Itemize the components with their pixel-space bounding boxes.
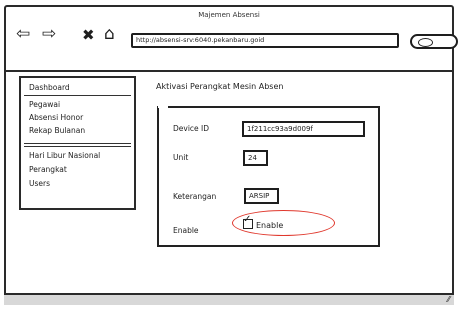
keterangan-input[interactable]: ARSIP — [244, 188, 279, 204]
sidebar-item-perangkat[interactable]: Perangkat — [29, 165, 67, 175]
sidebar-item-hari-libur-nasional[interactable]: Hari Libur Nasional — [29, 151, 100, 161]
window-title: Majemen Absensi — [198, 11, 260, 19]
sidebar-menu: Dashboard Pegawai Absensi Honor Rekap Bu… — [19, 76, 136, 210]
page-title: Aktivasi Perangkat Mesin Absen — [156, 82, 284, 91]
unit-label: Unit — [173, 153, 189, 162]
sidebar-divider — [24, 143, 131, 144]
device-id-label: Device ID — [173, 124, 210, 133]
keterangan-label: Keterangan — [173, 192, 217, 201]
sidebar-item-pegawai[interactable]: Pegawai — [29, 100, 60, 110]
sidebar-item-dashboard[interactable]: Dashboard — [29, 83, 70, 93]
enable-checkbox-label: Enable — [256, 221, 284, 230]
panel-notch — [158, 101, 168, 108]
search-button[interactable] — [410, 34, 458, 49]
address-bar[interactable]: http://absensi-srv:6040.pekanbaru.goid — [131, 33, 399, 48]
toolbar-divider — [6, 70, 452, 72]
stop-icon[interactable]: ✖ — [82, 27, 95, 44]
home-icon[interactable]: ⌂ — [104, 26, 115, 43]
device-id-input[interactable]: 1f211cc93a9d009f — [242, 121, 365, 137]
checkmark-icon: ✓ — [243, 214, 252, 225]
enable-label: Enable — [173, 226, 199, 235]
resize-grip-icon[interactable]: ⁄⁄ — [447, 295, 450, 304]
sidebar-divider — [24, 95, 131, 96]
back-arrow-icon[interactable]: ⇦ — [16, 26, 30, 43]
checkbox-box[interactable]: ✓ — [243, 215, 253, 229]
sidebar-item-absensi-honor[interactable]: Absensi Honor — [29, 113, 83, 123]
sidebar-item-rekap-bulanan[interactable]: Rekap Bulanan — [29, 126, 85, 136]
status-bar: ⁄⁄ — [4, 293, 454, 305]
sidebar-divider — [24, 146, 131, 147]
sidebar-item-users[interactable]: Users — [29, 179, 50, 189]
enable-checkbox[interactable]: ✓ Enable — [243, 215, 284, 230]
unit-input[interactable]: 24 — [243, 150, 268, 166]
forward-arrow-icon[interactable]: ⇨ — [42, 26, 56, 43]
search-icon — [418, 37, 433, 47]
